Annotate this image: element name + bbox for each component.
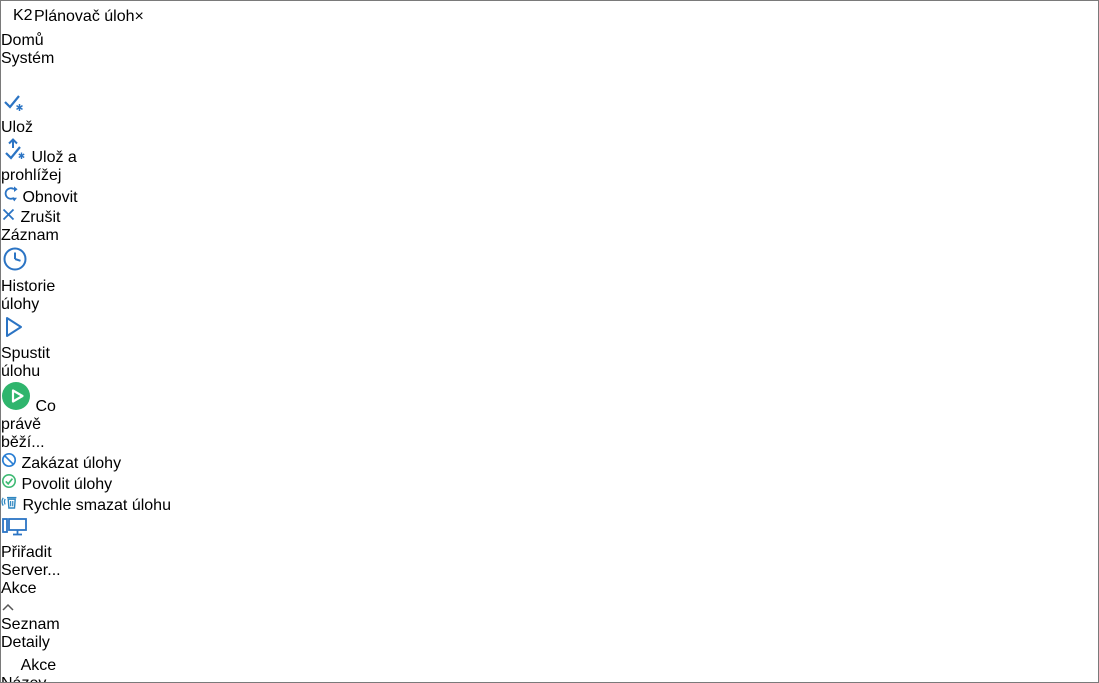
refresh-icon (4, 186, 18, 202)
ribbon-collapse-button[interactable] (1, 598, 1098, 616)
disable-tasks-label: Zakázat úlohy (21, 455, 122, 472)
window-controls: × (135, 8, 144, 26)
nazev-label: Název (1, 675, 1098, 682)
currently-running-button[interactable]: Co právě běží... (1, 381, 63, 452)
save-and-view-icon (1, 138, 31, 166)
play-outline-icon (1, 317, 25, 344)
ribbon-tab-bar: Domů Systém (1, 32, 1098, 92)
enable-tasks-label: Povolit úlohy (21, 476, 113, 493)
quick-delete-task-label: Rychle smazat úlohu (22, 497, 171, 514)
sidebar-item-seznam-label: Seznam (1, 616, 60, 633)
group-label-zaznam: Záznam (1, 227, 59, 244)
ribbon-group-zaznam: Ulož Ulož a prohlížej Obnovit Zrušit Záz… (1, 92, 1098, 245)
external-link-icon (4, 70, 18, 84)
check-circle-icon (2, 474, 16, 488)
tab-domu[interactable]: Domů (1, 32, 1098, 50)
sidebar-item-akce-label: Akce (20, 657, 57, 674)
open-in-window-button[interactable] (1, 68, 1098, 92)
play-outline-icon (4, 654, 15, 668)
zaznam-small-buttons: Obnovit Zrušit (1, 185, 1098, 227)
run-task-label: Spustit úlohu (1, 345, 50, 380)
save-and-view-button[interactable]: Ulož a prohlížej (1, 137, 81, 185)
close-button[interactable]: × (135, 8, 144, 26)
sidebar-item-akce[interactable]: Akce (1, 652, 1098, 675)
cancel-icon (2, 208, 15, 221)
ban-icon (1, 452, 17, 468)
monitor-icon (1, 518, 29, 543)
enable-tasks-button[interactable]: Povolit úlohy (1, 473, 1098, 494)
cancel-button[interactable]: Zrušit (1, 207, 1098, 227)
sidebar-item-detaily-label: Detaily (1, 634, 50, 651)
clock-icon (1, 247, 29, 277)
quick-delete-icon (1, 496, 17, 509)
app-window: K2 Plánovač úloh × Domů Systém Ulož Ulož… (0, 0, 1099, 683)
disable-tasks-button[interactable]: Zakázat úlohy (1, 452, 1098, 473)
run-task-button[interactable]: Spustit úlohu (1, 314, 53, 381)
ribbon: Ulož Ulož a prohlížej Obnovit Zrušit Záz… (1, 92, 1098, 616)
ribbon-group-akce: Historie úlohy Spustit úlohu Co právě bě… (1, 245, 1098, 598)
refresh-button-label: Obnovit (22, 189, 78, 206)
content-area: Seznam Detaily Akce (1, 616, 1098, 682)
akce-small-buttons: Zakázat úlohy Povolit úlohy Rychle smaza… (1, 452, 1098, 515)
task-history-button[interactable]: Historie úlohy (1, 245, 59, 314)
refresh-button[interactable]: Obnovit (1, 185, 1098, 207)
assign-server-button[interactable]: Přiřadit Server... (1, 515, 65, 580)
sidebar-item-detaily[interactable]: Detaily (1, 634, 1098, 652)
title-bar: K2 Plánovač úloh × (1, 1, 1098, 32)
cancel-button-label: Zrušit (20, 209, 61, 226)
k2-logo-icon: K2 (13, 7, 33, 24)
window-title: Plánovač úloh (34, 7, 135, 25)
left-column: Ulož Ulož a prohlížej Obnovit Zrušit Záz… (1, 92, 1098, 682)
group-label-akce: Akce (1, 580, 37, 597)
save-button-label: Ulož (1, 119, 34, 136)
play-circle-green-icon (1, 382, 35, 415)
close-icon: × (134, 7, 144, 25)
quick-delete-task-button[interactable]: Rychle smazat úlohu (1, 494, 1098, 515)
tab-system[interactable]: Systém (1, 50, 1098, 68)
chevron-up-icon (2, 603, 14, 611)
save-icon (1, 95, 25, 118)
save-button[interactable]: Ulož (1, 92, 53, 137)
main-row: Ulož Ulož a prohlížej Obnovit Zrušit Záz… (1, 92, 1098, 682)
task-history-label: Historie úlohy (1, 278, 56, 313)
task-detail-form: Název Přepočet skladů Spustit na serveru (1, 675, 1098, 682)
assign-server-label: Přiřadit Server... (1, 544, 61, 579)
sidebar-item-seznam[interactable]: Seznam (1, 616, 1098, 634)
view-sidebar: Seznam Detaily Akce (1, 616, 1098, 675)
